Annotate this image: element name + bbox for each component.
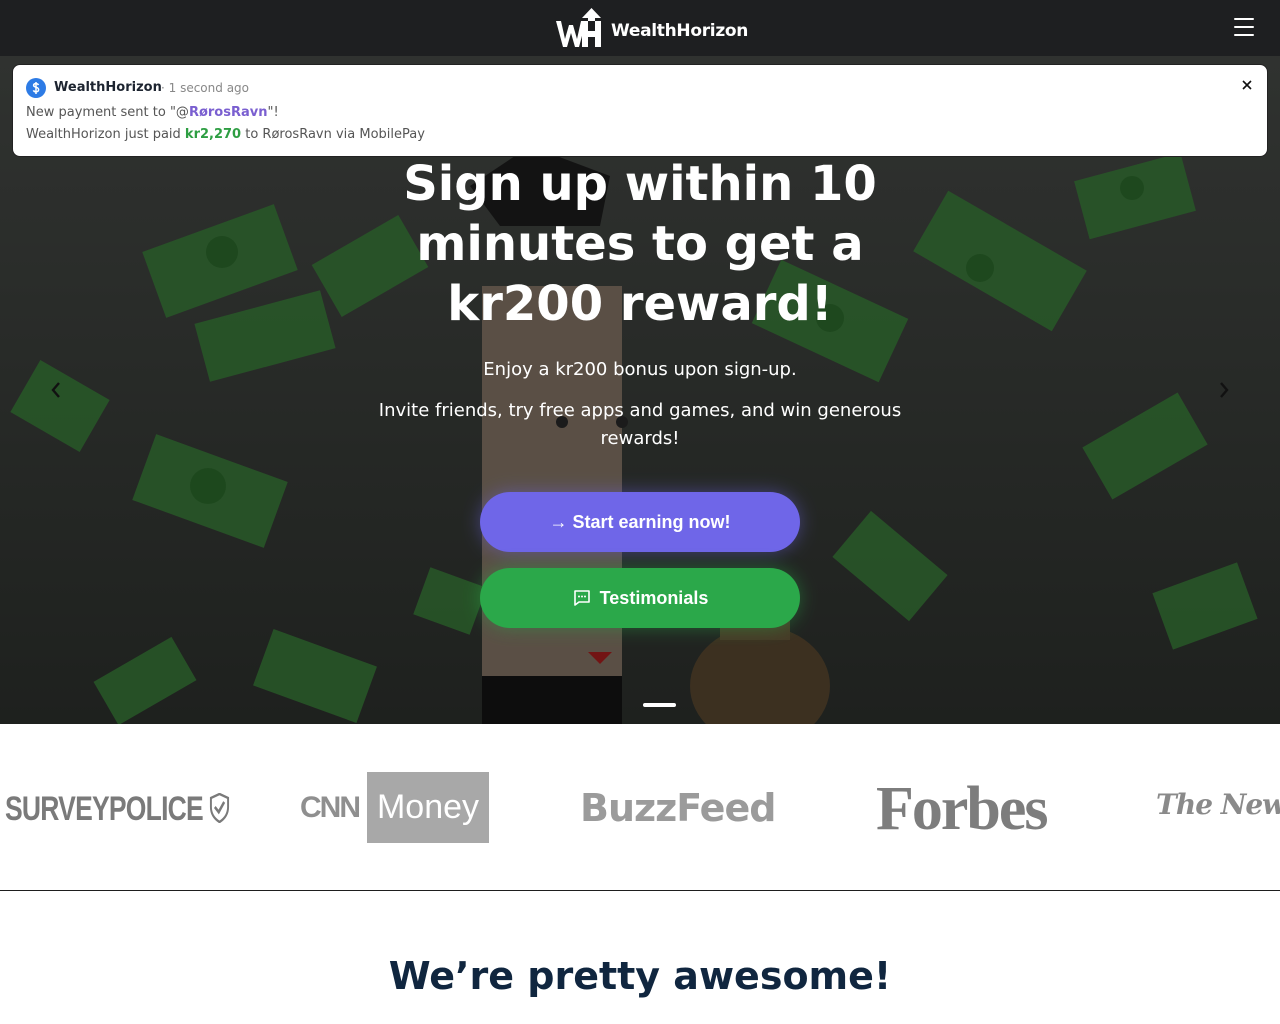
- nyt-logo: The New York: [1156, 788, 1280, 821]
- start-earning-label: → Start earning now!: [549, 511, 731, 532]
- press-logos-strip: SURVEYPOLICE CNN Money BuzzFeed Forbes T…: [0, 724, 1280, 891]
- shield-icon: [210, 792, 230, 824]
- carousel-next-button[interactable]: [1212, 378, 1236, 402]
- wh-logo-icon: [556, 8, 601, 47]
- start-earning-button[interactable]: → Start earning now!: [480, 492, 800, 552]
- payment-notification: WealthHorizon · 1 second ago New payment…: [12, 64, 1268, 157]
- carousel-prev-button[interactable]: [44, 378, 68, 402]
- notification-detail: WealthHorizon just paid kr2,270 to Røros…: [26, 127, 425, 142]
- dollar-icon: [26, 78, 46, 98]
- forbes-logo: Forbes: [876, 775, 1049, 843]
- top-navbar: WealthHorizon: [0, 0, 1280, 56]
- brand-name: WealthHorizon: [611, 21, 749, 41]
- detail-prefix: WealthHorizon just paid: [26, 127, 185, 142]
- hero-description: Invite friends, try free apps and games,…: [378, 400, 902, 449]
- hero-title: Sign up within 10 minutes to get a kr200…: [403, 156, 877, 332]
- brand-logo[interactable]: WealthHorizon: [555, 7, 748, 49]
- testimonials-label: Testimonials: [599, 587, 709, 608]
- notification-brand: WealthHorizon: [54, 80, 162, 95]
- money-logo-text: Money: [367, 772, 489, 843]
- buzzfeed-logo: BuzzFeed: [580, 786, 776, 830]
- detail-suffix: to RørosRavn via MobilePay: [241, 127, 425, 142]
- chevron-right-icon: [1220, 382, 1229, 398]
- section-title: We’re pretty awesome!: [388, 954, 892, 998]
- cnn-logo-text: CNN: [300, 790, 361, 824]
- chat-icon: [573, 590, 590, 606]
- carousel-indicator[interactable]: [643, 703, 676, 707]
- surveypolice-logo: SURVEYPOLICE: [5, 790, 230, 829]
- message-prefix: New payment sent to "@: [26, 105, 189, 120]
- notification-username[interactable]: RørosRavn: [189, 105, 268, 120]
- chevron-left-icon: [51, 382, 60, 398]
- testimonials-button[interactable]: Testimonials: [480, 568, 800, 628]
- cnn-money-logo: CNN Money: [300, 772, 489, 843]
- notification-time: · 1 second ago: [161, 81, 250, 95]
- hero-subtitle: Enjoy a kr200 bonus upon sign-up.: [483, 359, 797, 380]
- notification-message: New payment sent to "@RørosRavn"!: [26, 105, 279, 120]
- payment-amount: kr2,270: [184, 127, 242, 142]
- hamburger-icon[interactable]: [1234, 18, 1254, 36]
- close-icon[interactable]: [1239, 77, 1255, 93]
- message-suffix: "!: [267, 105, 279, 120]
